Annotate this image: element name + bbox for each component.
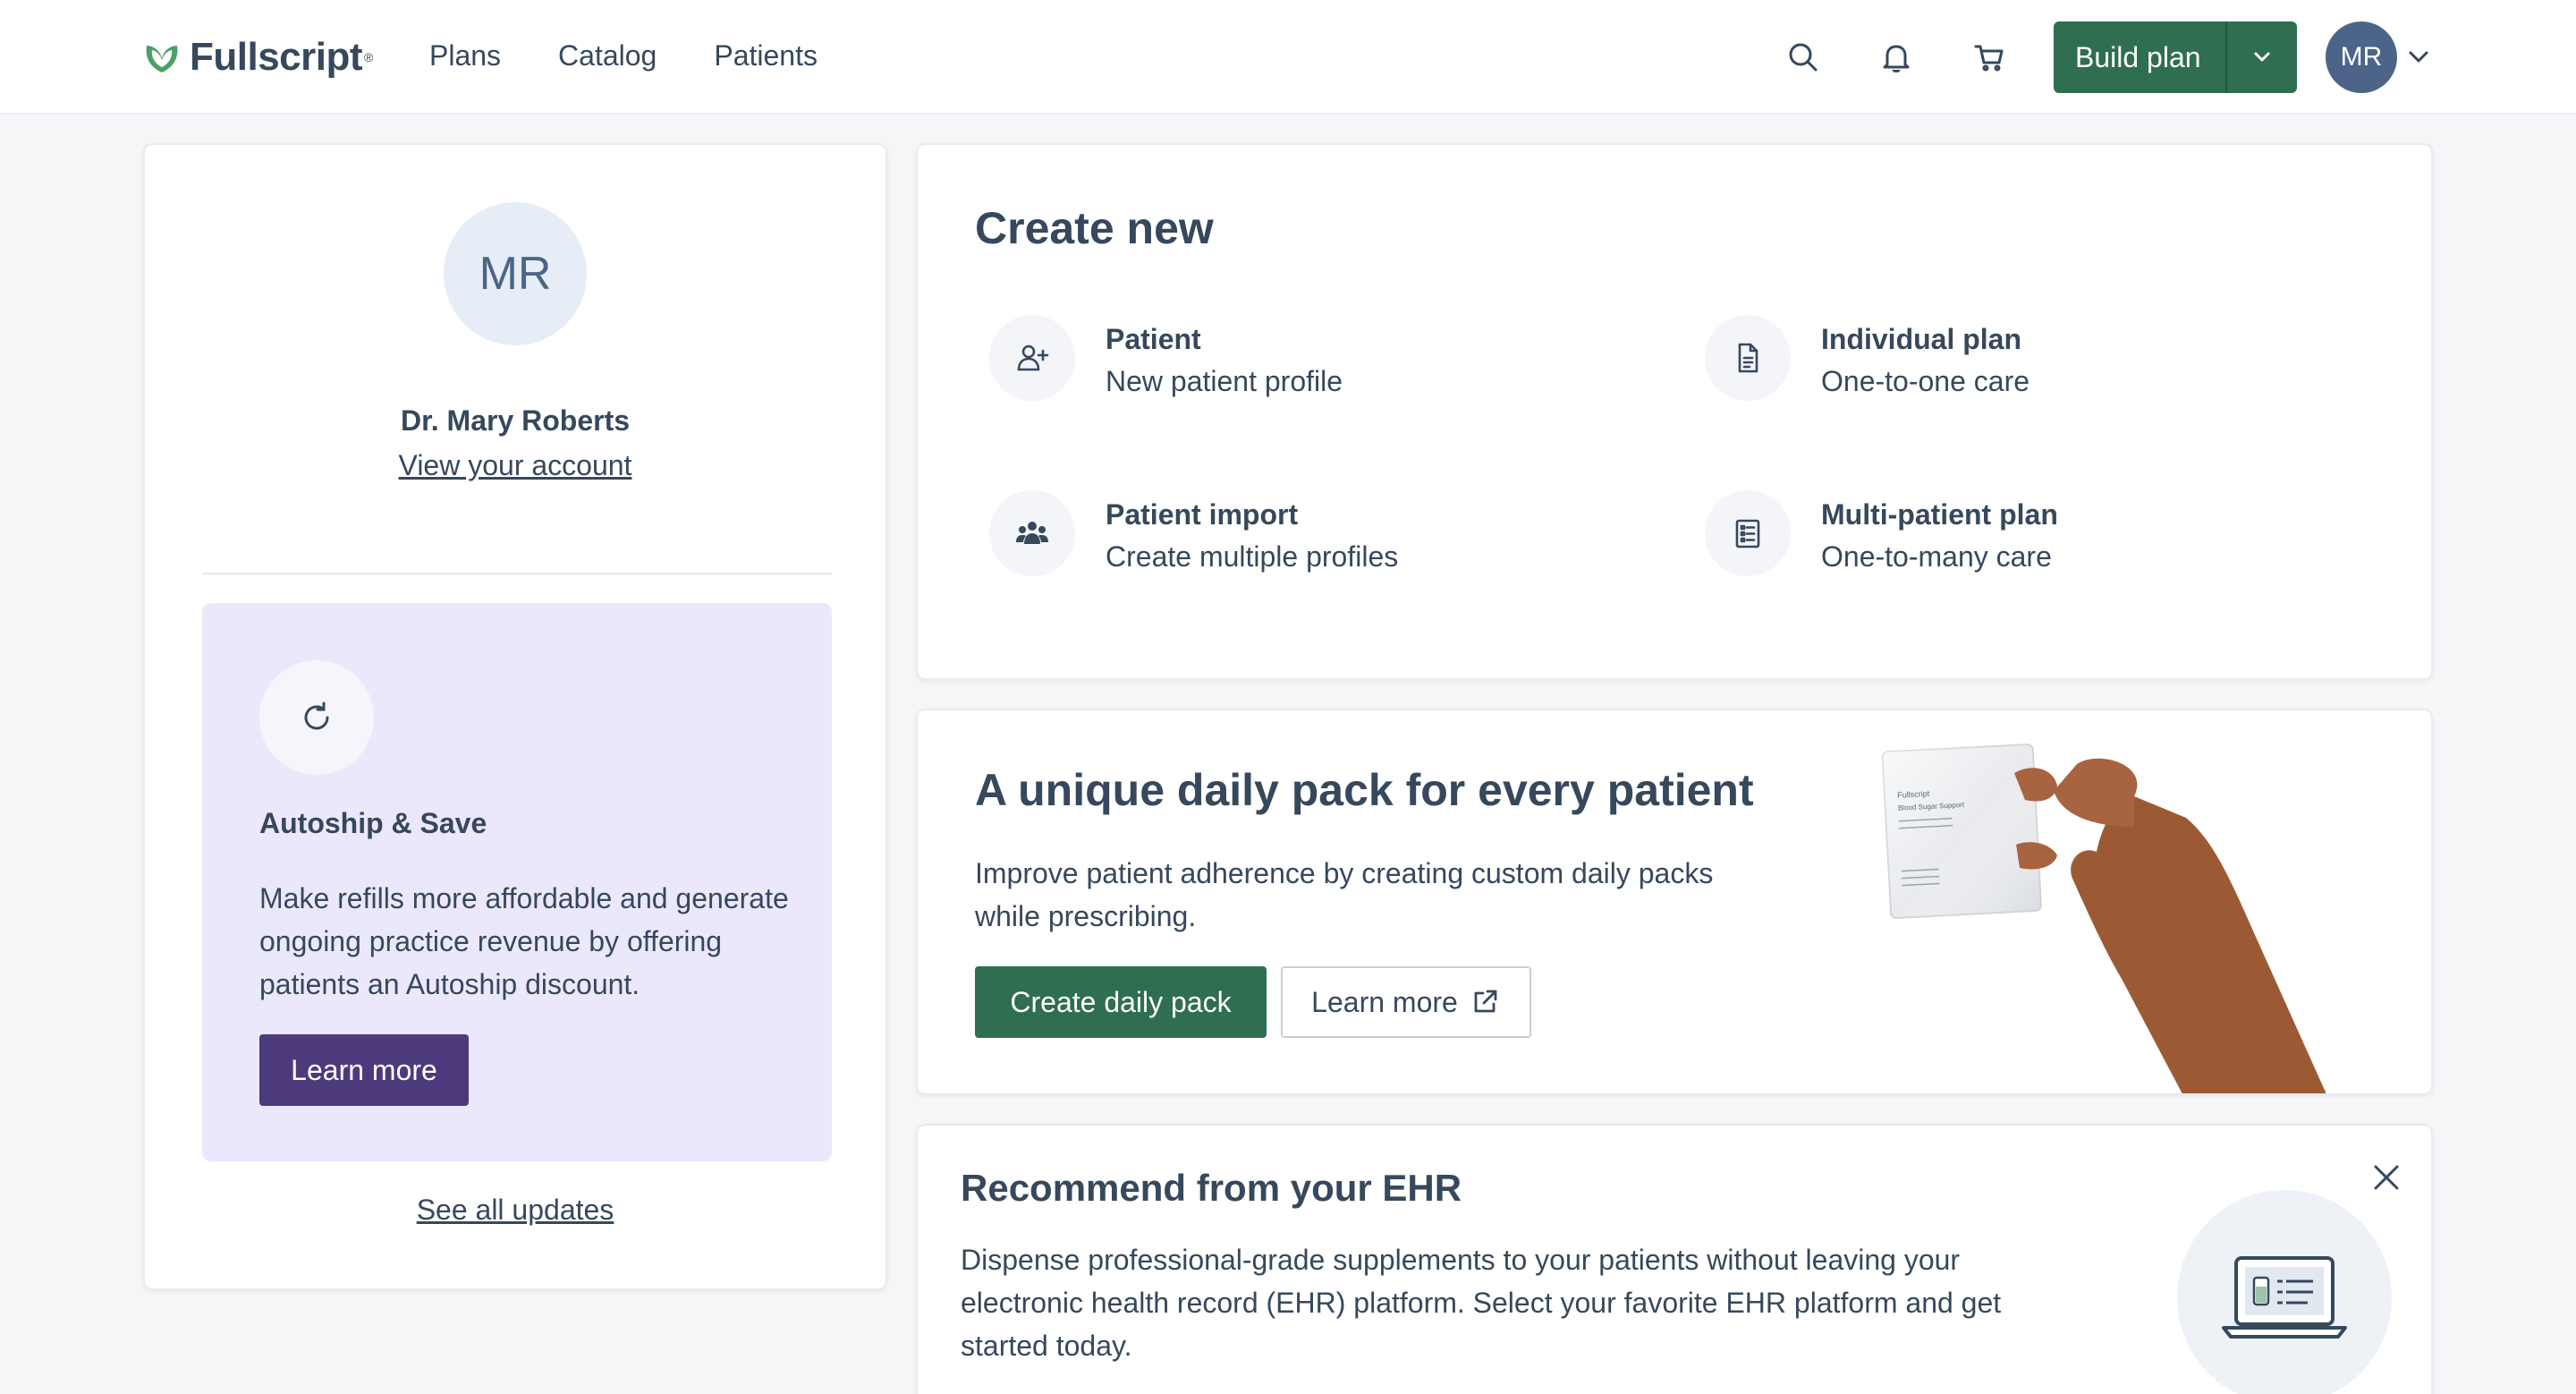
build-plan-label: Build plan	[2075, 40, 2201, 73]
search-icon	[1789, 43, 1818, 72]
multi-patient-plan-icon-wrap	[1705, 490, 1791, 576]
close-icon[interactable]	[2367, 1158, 2406, 1197]
cart-icon	[1974, 45, 2004, 72]
profile-avatar: MR	[444, 202, 587, 345]
view-account-link[interactable]: View your account	[145, 449, 886, 482]
cart-button[interactable]	[1968, 36, 2011, 79]
autoship-title: Autoship & Save	[259, 807, 487, 839]
individual-plan-subtitle: One-to-one care	[1821, 365, 2030, 397]
create-patient-import[interactable]: Patient import Create multiple profiles	[989, 490, 1398, 578]
fullscript-logo[interactable]: Fullscript ®	[141, 32, 373, 82]
profile-divider	[202, 573, 832, 574]
create-patient-icon-wrap	[989, 315, 1075, 401]
create-daily-pack-button[interactable]: Create daily pack	[975, 966, 1267, 1038]
build-plan-dropdown[interactable]	[2227, 43, 2297, 72]
create-patient-title: Patient	[1106, 323, 1201, 355]
hand-holding-pack-image: Fullscript Blood Sugar Support	[1881, 744, 2326, 1093]
see-all-updates-link[interactable]: See all updates	[145, 1194, 886, 1227]
notifications-button[interactable]	[1875, 36, 1918, 79]
ehr-title: Recommend from your EHR	[961, 1167, 1462, 1209]
ehr-illustration	[2177, 1190, 2392, 1394]
autoship-icon-wrap	[259, 660, 374, 775]
refresh-icon	[304, 701, 329, 730]
create-multi-patient-plan[interactable]: Multi-patient plan One-to-many care	[1705, 490, 2058, 578]
nav-catalog[interactable]: Catalog	[558, 39, 657, 72]
checklist-icon	[1735, 519, 1760, 548]
create-new-card: Create new Patient New patient profile I…	[916, 143, 2433, 680]
autoship-description: Make refills more affordable and generat…	[259, 882, 789, 1000]
daily-pack-learn-more-label: Learn more	[1311, 985, 1458, 1018]
create-individual-plan[interactable]: Individual plan One-to-one care	[1705, 315, 2029, 403]
multi-patient-plan-title: Multi-patient plan	[1821, 498, 2058, 531]
pack-brand-text: Fullscript	[1897, 789, 1930, 800]
user-avatar[interactable]: MR	[2326, 21, 2397, 93]
create-new-title: Create new	[975, 203, 1214, 253]
brand-name: Fullscript	[190, 35, 363, 79]
create-patient-subtitle: New patient profile	[1106, 365, 1343, 397]
patient-import-icon-wrap	[989, 490, 1075, 576]
daily-pack-title: A unique daily pack for every patient	[975, 765, 1754, 815]
bell-icon	[1883, 45, 1910, 72]
build-plan-button[interactable]: Build plan	[2054, 21, 2297, 93]
nav-patients[interactable]: Patients	[714, 39, 818, 72]
users-icon	[1016, 522, 1048, 544]
create-patient[interactable]: Patient New patient profile	[989, 315, 1343, 403]
external-link-icon	[1474, 990, 1497, 1013]
practitioner-name: Dr. Mary Roberts	[400, 404, 631, 437]
autoship-learn-more-button[interactable]: Learn more	[259, 1034, 469, 1106]
ehr-description: Dispense professional-grade supplements …	[961, 1244, 2002, 1362]
ehr-card: Recommend from your EHR Dispense profess…	[916, 1124, 2433, 1394]
daily-pack-learn-more-button[interactable]: Learn more	[1281, 966, 1531, 1038]
add-user-icon	[1017, 344, 1049, 371]
search-button[interactable]	[1782, 36, 1825, 79]
chevron-down-icon	[2254, 52, 2270, 62]
daily-pack-card: A unique daily pack for every patient Im…	[916, 709, 2433, 1095]
laptop-icon	[2222, 1256, 2347, 1339]
individual-plan-icon-wrap	[1705, 315, 1791, 401]
user-menu-chevron-icon[interactable]	[2404, 43, 2433, 72]
main-nav: Plans Catalog Patients	[429, 39, 875, 72]
individual-plan-title: Individual plan	[1821, 323, 2022, 355]
nav-plans[interactable]: Plans	[429, 39, 501, 72]
trademark-symbol: ®	[364, 50, 374, 64]
patient-import-subtitle: Create multiple profiles	[1106, 540, 1399, 573]
patient-import-title: Patient import	[1106, 498, 1299, 531]
autoship-promo: Autoship & Save Make refills more afford…	[202, 603, 832, 1161]
multi-patient-plan-subtitle: One-to-many care	[1821, 540, 2052, 573]
profile-card: MR Dr. Mary Roberts View your account Au…	[143, 143, 887, 1290]
top-nav: Fullscript ® Plans Catalog Patients Buil…	[0, 0, 2576, 115]
document-icon	[1738, 343, 1758, 373]
daily-pack-description: Improve patient adherence by creating cu…	[975, 857, 1714, 932]
leaf-logo-icon	[146, 46, 178, 72]
